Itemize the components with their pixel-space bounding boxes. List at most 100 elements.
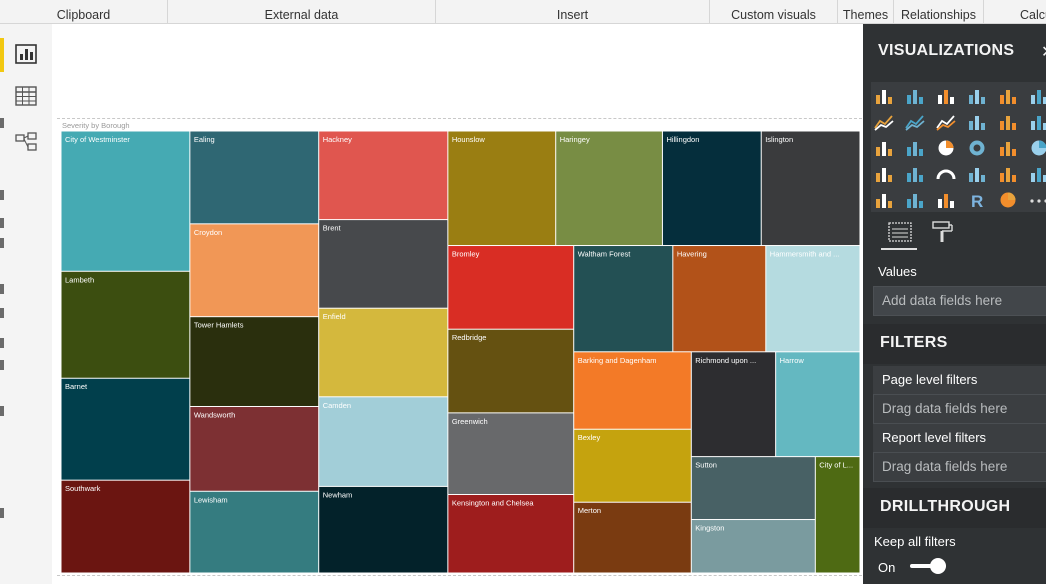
visual-title: Severity by Borough bbox=[62, 121, 130, 130]
treemap-tile-hillingdon[interactable] bbox=[662, 131, 761, 246]
edge-marks bbox=[0, 24, 4, 584]
clustered-column-icon[interactable] bbox=[966, 86, 988, 106]
treemap-tile-croydon[interactable] bbox=[190, 224, 319, 317]
treemap-tile-tower-hamlets[interactable] bbox=[190, 317, 319, 406]
page-filters-drop-zone[interactable]: Drag data fields here bbox=[873, 394, 1046, 424]
treemap-tile-lambeth[interactable] bbox=[61, 271, 190, 378]
area-chart-icon[interactable] bbox=[904, 112, 926, 132]
ribbon-group-themes[interactable]: Themes bbox=[838, 0, 894, 24]
ribbon-group-external-data[interactable]: External data bbox=[168, 0, 436, 24]
ribbon-group-insert[interactable]: Insert bbox=[436, 0, 710, 24]
treemap-label-redbridge: Redbridge bbox=[452, 333, 487, 342]
treemap-visual[interactable]: City of Westminster Lambeth Barnet Southwar… bbox=[60, 119, 861, 574]
ribbon-group-relationships[interactable]: Relationships bbox=[894, 0, 984, 24]
treemap-tile-southwark[interactable] bbox=[61, 480, 190, 573]
clustered-bar-icon[interactable] bbox=[935, 86, 957, 106]
scatter-icon[interactable] bbox=[904, 138, 926, 158]
matrix-icon[interactable] bbox=[935, 190, 957, 210]
tab-fields[interactable] bbox=[885, 218, 915, 246]
line-stacked-column-icon[interactable] bbox=[997, 112, 1019, 132]
map-icon[interactable] bbox=[1028, 138, 1046, 158]
fields-icon bbox=[888, 222, 912, 242]
treemap-label-islington: Islington bbox=[765, 135, 793, 144]
toggle-state-label: On bbox=[878, 560, 896, 575]
treemap-tile-harrow[interactable] bbox=[776, 352, 860, 457]
ribbon-group-custom-visuals[interactable]: Custom visuals bbox=[710, 0, 838, 24]
treemap-chart[interactable]: City of Westminster Lambeth Barnet Southwar… bbox=[60, 119, 861, 574]
report-filters-label: Report level filters bbox=[873, 424, 1046, 452]
100-percent-bar-icon[interactable] bbox=[997, 86, 1019, 106]
treemap-label-tower-hamlets: Tower Hamlets bbox=[194, 321, 244, 330]
treemap-label-kingston: Kingston bbox=[695, 524, 724, 533]
active-view-indicator bbox=[0, 38, 4, 72]
table-icon[interactable] bbox=[904, 190, 926, 210]
treemap-label-harrow: Harrow bbox=[780, 356, 805, 365]
multi-row-card-icon[interactable] bbox=[997, 164, 1019, 184]
visual-border-bottom bbox=[57, 575, 862, 576]
treemap-tile-richmond-upon[interactable] bbox=[691, 352, 776, 457]
line-chart-icon[interactable] bbox=[873, 112, 895, 132]
keep-filters-toggle[interactable] bbox=[930, 558, 946, 574]
pane-title: VISUALIZATIONS bbox=[878, 42, 1015, 59]
treemap-label-sutton: Sutton bbox=[695, 461, 717, 470]
visualizations-pane: VISUALIZATIONS ✕ R Values Add data field… bbox=[863, 24, 1046, 584]
r-visual-icon[interactable]: R bbox=[966, 190, 988, 211]
stacked-area-icon[interactable] bbox=[935, 112, 957, 132]
more-visuals-icon[interactable] bbox=[1028, 190, 1046, 210]
treemap-tile-islington[interactable] bbox=[761, 131, 860, 246]
treemap-tile-hammersmith-and[interactable] bbox=[766, 246, 860, 352]
data-view-button[interactable] bbox=[6, 76, 46, 116]
waterfall-icon[interactable] bbox=[873, 138, 895, 158]
report-filters-drop-zone[interactable]: Drag data fields here bbox=[873, 452, 1046, 482]
treemap-label-hillingdon: Hillingdon bbox=[666, 135, 699, 144]
treemap-label-croydon: Croydon bbox=[194, 228, 222, 237]
treemap-tile-waltham-forest[interactable] bbox=[574, 246, 673, 352]
slicer-icon[interactable] bbox=[873, 190, 895, 210]
treemap-tile-newham[interactable] bbox=[319, 486, 448, 573]
treemap-label-southwark: Southwark bbox=[65, 484, 101, 493]
funnel-icon[interactable] bbox=[904, 164, 926, 184]
treemap-label-barnet: Barnet bbox=[65, 382, 88, 391]
treemap-tile-ealing[interactable] bbox=[190, 131, 319, 224]
treemap-tile-hackney[interactable] bbox=[319, 131, 448, 220]
treemap-tile-enfield[interactable] bbox=[319, 308, 448, 397]
treemap-label-bexley: Bexley bbox=[578, 433, 601, 442]
page-filters-label: Page level filters bbox=[873, 366, 1046, 394]
100-percent-column-icon[interactable] bbox=[1028, 86, 1046, 106]
ribbon-chart-icon[interactable] bbox=[1028, 112, 1046, 132]
treemap-tile-hounslow[interactable] bbox=[448, 131, 556, 246]
treemap-tile-wandsworth[interactable] bbox=[190, 406, 319, 491]
treemap-tile-brent[interactable] bbox=[319, 220, 448, 308]
treemap-tile-haringey[interactable] bbox=[556, 131, 662, 246]
tab-format[interactable] bbox=[927, 218, 957, 246]
treemap-tile-city-of-l[interactable] bbox=[815, 457, 860, 573]
line-column-icon[interactable] bbox=[966, 112, 988, 132]
treemap-tile-barnet[interactable] bbox=[61, 378, 190, 480]
close-icon[interactable]: ✕ bbox=[1041, 42, 1046, 62]
treemap-label-merton: Merton bbox=[578, 506, 601, 515]
treemap-label-havering: Havering bbox=[677, 250, 707, 259]
treemap-label-hackney: Hackney bbox=[323, 135, 352, 144]
values-drop-zone[interactable]: Add data fields here bbox=[873, 286, 1046, 316]
arcgis-icon[interactable] bbox=[997, 190, 1019, 210]
treemap-label-city-of-westminster: City of Westminster bbox=[65, 135, 130, 144]
treemap-icon[interactable] bbox=[997, 138, 1019, 158]
relationships-view-button[interactable] bbox=[6, 122, 46, 162]
stacked-bar-icon[interactable] bbox=[873, 86, 895, 106]
treemap-label-lambeth: Lambeth bbox=[65, 275, 94, 284]
svg-text:R: R bbox=[971, 192, 983, 210]
ribbon-group-calculations[interactable]: Calcu bbox=[984, 0, 1046, 24]
filled-map-icon[interactable] bbox=[873, 164, 895, 184]
treemap-label-camden: Camden bbox=[323, 401, 351, 410]
card-icon[interactable] bbox=[966, 164, 988, 184]
donut-chart-icon[interactable] bbox=[966, 138, 988, 158]
report-view-button[interactable] bbox=[6, 34, 46, 74]
treemap-tile-city-of-westminster[interactable] bbox=[61, 131, 190, 271]
treemap-tile-camden[interactable] bbox=[319, 397, 448, 486]
kpi-icon[interactable] bbox=[1028, 164, 1046, 184]
ribbon-group-clipboard[interactable]: Clipboard bbox=[0, 0, 168, 24]
stacked-column-icon[interactable] bbox=[904, 86, 926, 106]
pie-chart-icon[interactable] bbox=[935, 138, 957, 158]
treemap-tile-havering[interactable] bbox=[673, 246, 766, 352]
gauge-icon[interactable] bbox=[935, 164, 957, 184]
